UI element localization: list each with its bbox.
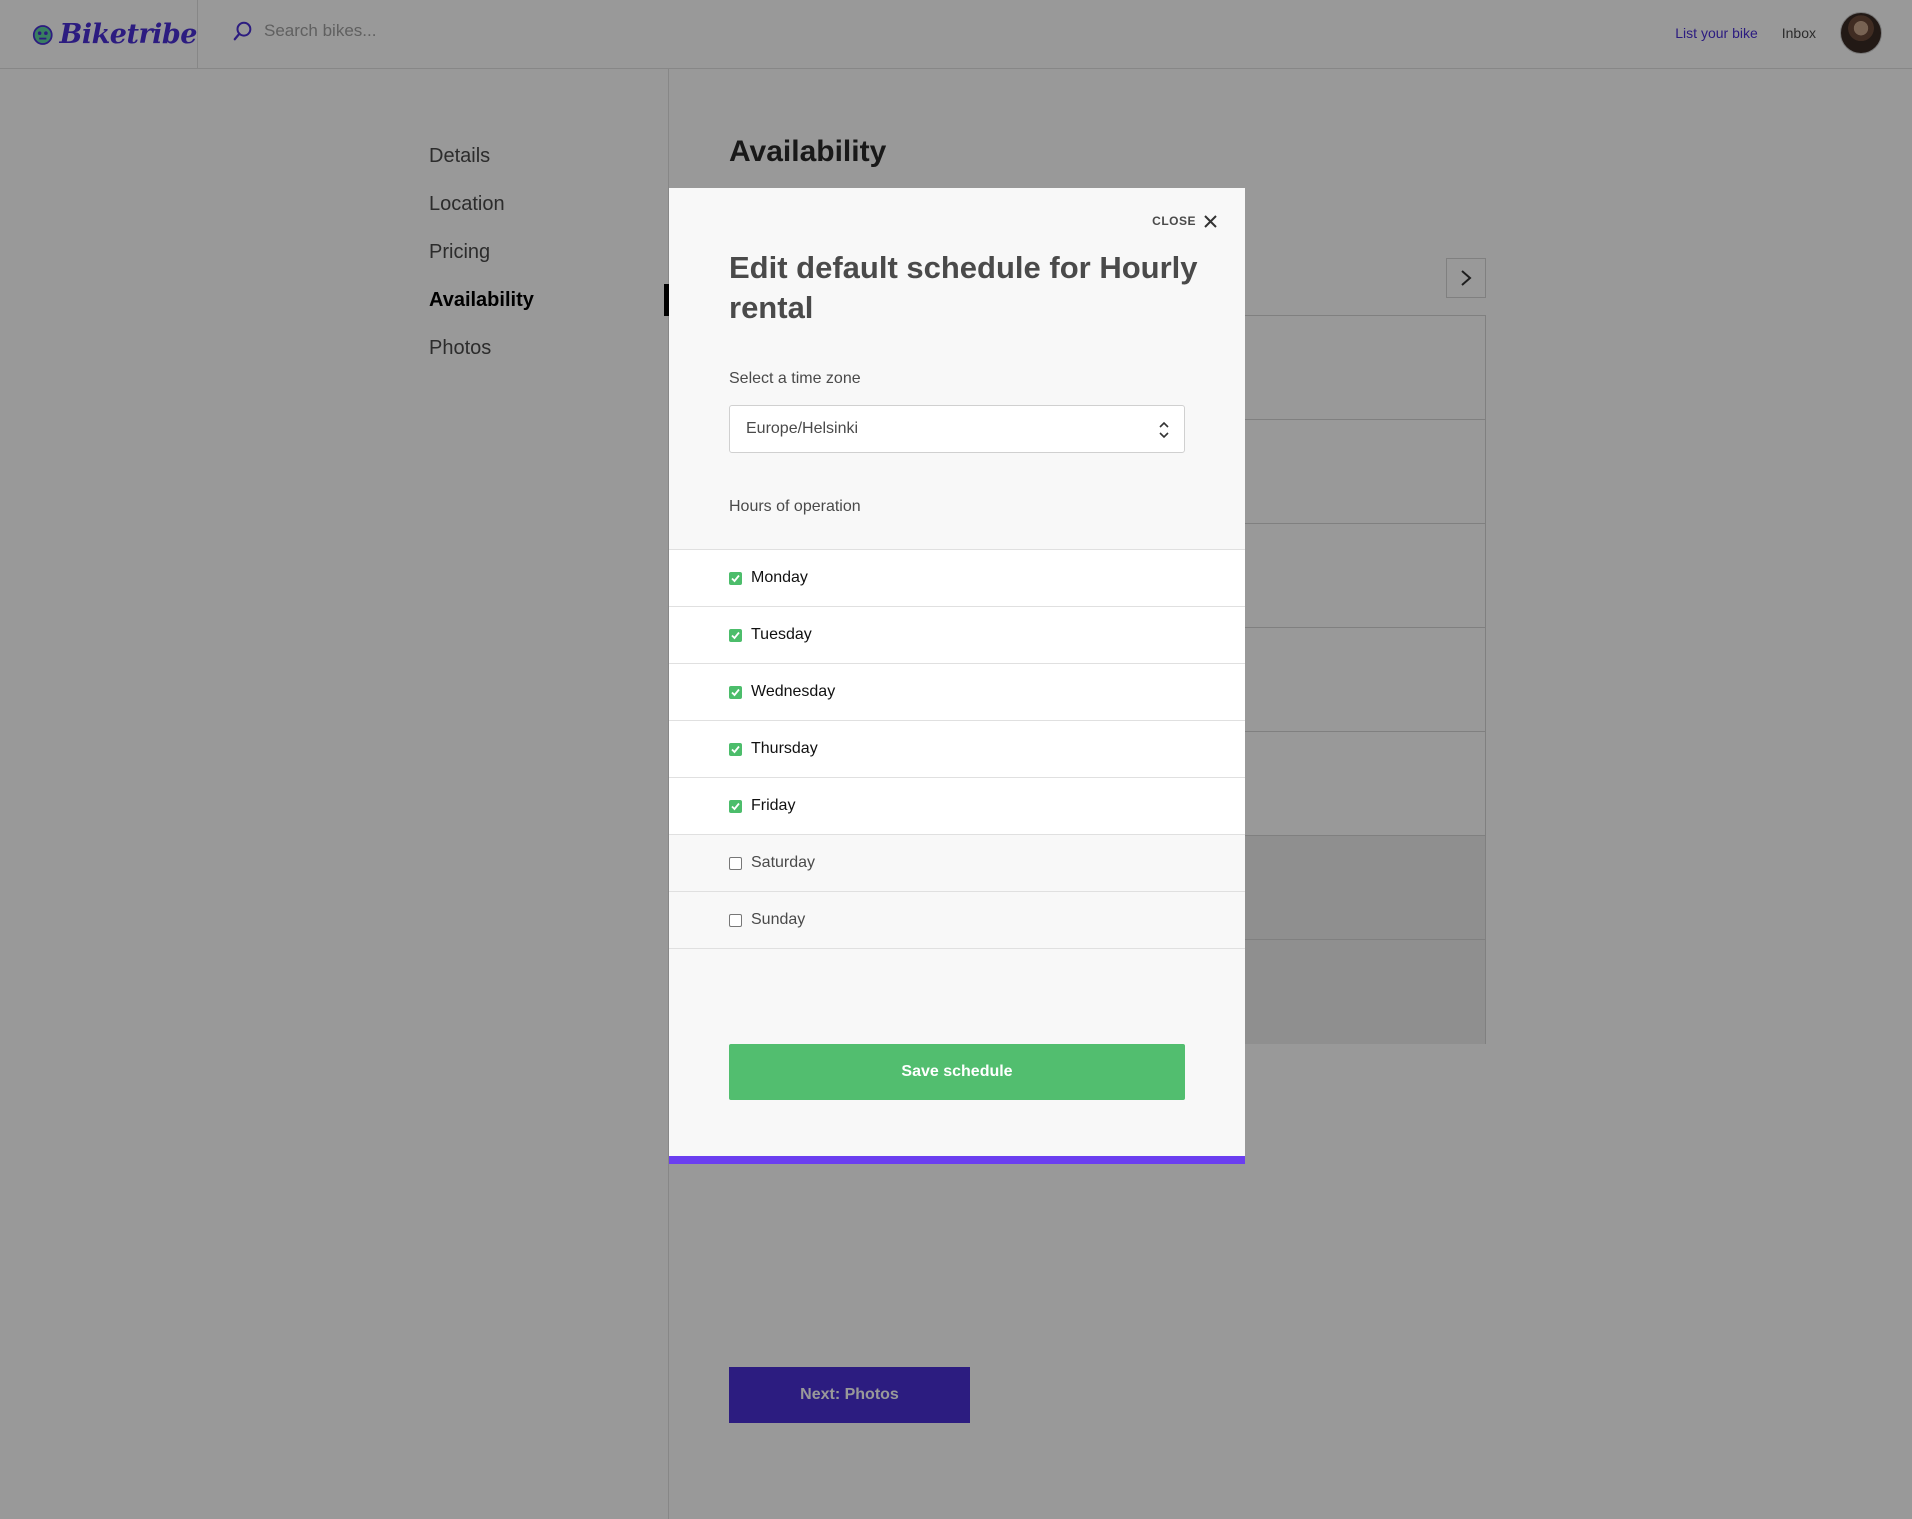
day-row-wednesday[interactable]: Wednesday [669,664,1245,721]
close-label: CLOSE [1152,214,1196,228]
select-arrows-icon [1159,421,1169,439]
checkbox-checked[interactable] [729,685,742,699]
check-icon [731,802,740,810]
checkbox-checked[interactable] [729,799,742,813]
edit-schedule-modal: CLOSE Edit default schedule for Hourly r… [669,188,1245,1164]
close-icon [1204,214,1217,228]
checkbox-checked[interactable] [729,571,742,585]
modal-title: Edit default schedule for Hourly rental [729,250,1198,325]
close-button[interactable]: CLOSE [1152,214,1217,228]
day-row-tuesday[interactable]: Tuesday [669,607,1245,664]
day-label: Friday [751,797,796,814]
timezone-label: Select a time zone [729,370,861,387]
day-label: Monday [751,569,808,586]
day-row-thursday[interactable]: Thursday [669,721,1245,778]
day-row-monday[interactable]: Monday [669,550,1245,607]
checkbox-unchecked[interactable] [729,856,742,870]
checkbox-unchecked[interactable] [729,913,742,927]
day-row-friday[interactable]: Friday [669,778,1245,835]
day-label: Tuesday [751,626,812,643]
day-label: Wednesday [751,683,836,700]
hours-label: Hours of operation [729,498,861,515]
day-label: Saturday [751,854,816,871]
timezone-value: Europe/Helsinki [746,420,859,437]
day-label: Thursday [751,740,818,757]
day-row-saturday[interactable]: Saturday [669,835,1245,892]
check-icon [731,631,740,639]
checkbox-checked[interactable] [729,742,742,756]
checkbox-checked[interactable] [729,628,742,642]
day-label: Sunday [751,911,806,928]
save-schedule-button[interactable]: Save schedule [729,1044,1185,1100]
check-icon [731,574,740,582]
timezone-select[interactable]: Europe/Helsinki [729,405,1185,453]
days-list: Monday Tuesday Wednesday Thursday Friday… [669,549,1245,949]
check-icon [731,688,740,696]
check-icon [731,745,740,753]
day-row-sunday[interactable]: Sunday [669,892,1245,949]
